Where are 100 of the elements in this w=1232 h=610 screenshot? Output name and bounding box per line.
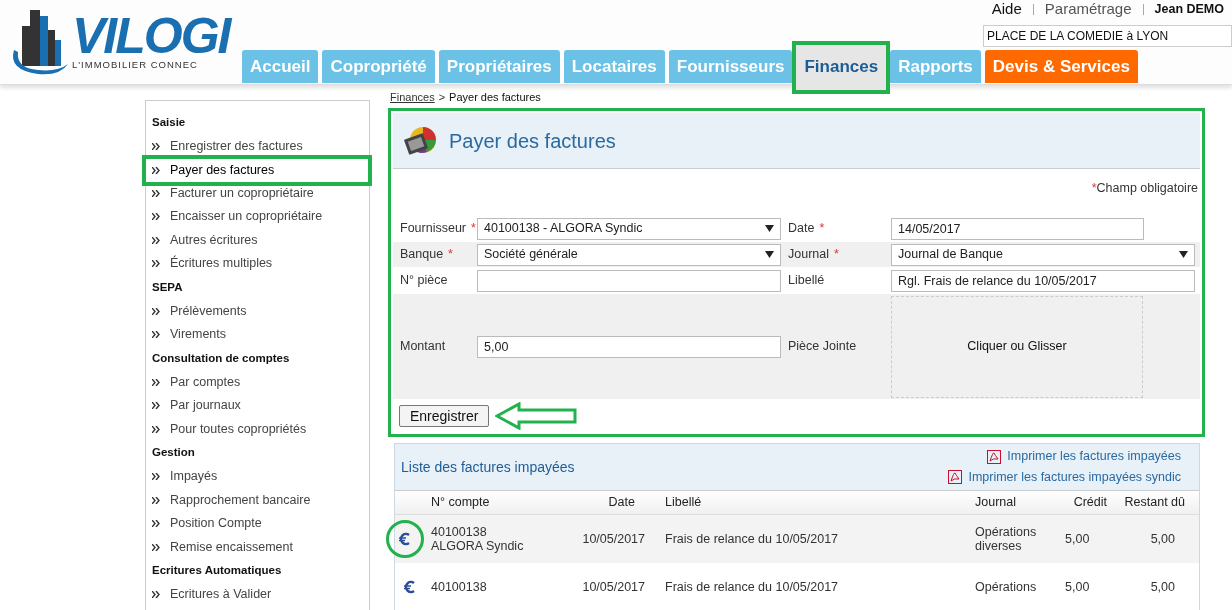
double-chevron-icon [152, 166, 160, 174]
breadcrumb-current: Payer des factures [449, 89, 541, 105]
select-value: 40100138 - ALGORA Syndic [484, 220, 643, 238]
field-label: Date [788, 220, 815, 238]
property-field[interactable]: PLACE DE LA COMEDIE à LYON [983, 25, 1232, 47]
file-dropzone[interactable]: Cliquer ou Glisser [891, 295, 1143, 398]
table-cell-text: 5,00 [1064, 530, 1091, 548]
select-field[interactable]: Journal de Banque [891, 243, 1195, 266]
field-label: Journal [788, 246, 829, 264]
double-chevron-icon [152, 591, 160, 599]
column-header: Libellé [664, 494, 703, 512]
column-header: Crédit [1073, 494, 1108, 512]
caret-icon [765, 225, 774, 232]
double-chevron-icon [152, 260, 160, 268]
top-link[interactable]: Paramétrage [1044, 0, 1132, 21]
save-button[interactable]: Enregistrer [399, 405, 490, 427]
double-chevron-icon [152, 378, 160, 386]
table-cell-text: 5,00 [1064, 578, 1091, 596]
sidebar-section-title: Saisie [152, 115, 187, 131]
field-label: Banque [400, 246, 444, 264]
sidebar-section-title: SEPA [152, 279, 184, 295]
select-value: Journal de Banque [898, 246, 1003, 264]
sidebar-item[interactable]: Position Compte [152, 512, 369, 536]
column-header: Date [608, 494, 636, 512]
double-chevron-icon [152, 543, 160, 551]
required-mark: * [448, 246, 453, 264]
sidebar-section-title: Consultation de comptes [152, 350, 291, 366]
print-link[interactable]: Imprimer les factures impayées syndic [948, 468, 1181, 487]
breadcrumb-link[interactable]: Finances [390, 88, 435, 106]
account-text: 40100138 [431, 580, 488, 594]
logo-tagline: L'IMMOBILIER CONNEC [72, 57, 198, 72]
sidebar-item[interactable]: Impayés [152, 465, 369, 489]
table-cell-text: Frais de relance du 10/05/2017 [664, 530, 840, 548]
euro-icon[interactable] [403, 580, 417, 594]
logo-wordmark: VILOGI [72, 13, 230, 58]
account-text: 40100138 [431, 525, 488, 539]
sidebar-item[interactable]: Écritures multiples [152, 252, 369, 276]
table-cell-text: 5,00 [1150, 578, 1176, 596]
required-note: Champ obligatoire [1096, 179, 1198, 197]
field-label: N° pièce [400, 272, 448, 290]
required-mark: * [819, 220, 825, 238]
caret-icon [1179, 251, 1188, 258]
sidebar-item[interactable]: Virements [152, 323, 369, 347]
column-header: Restant dû [1124, 494, 1186, 512]
select-field[interactable]: Société générale [477, 243, 781, 266]
double-chevron-icon [152, 473, 160, 481]
caret-icon [765, 251, 774, 258]
double-chevron-icon [152, 520, 160, 528]
pdf-icon [948, 470, 963, 485]
field-label: Libellé [788, 272, 825, 290]
top-link[interactable]: Jean DEMO [1154, 0, 1224, 19]
sidebar-item[interactable]: Pour toutes copropriétés [152, 417, 369, 441]
sidebar-item[interactable]: Remise encaissement [152, 535, 369, 559]
euro-icon[interactable] [398, 532, 412, 546]
table-cell-text: 10/05/2017 [582, 530, 645, 548]
sidebar-item[interactable]: Par journaux [152, 394, 369, 418]
required-mark: * [834, 246, 839, 264]
sidebar-item[interactable]: Facturer un copropriétaire [152, 181, 369, 205]
select-value: Société générale [484, 246, 578, 264]
double-chevron-icon [152, 425, 160, 433]
table-cell-text: Frais de relance du 10/05/2017 [664, 578, 840, 596]
sidebar-item[interactable]: Prélèvements [152, 299, 369, 323]
double-chevron-icon [152, 189, 160, 197]
breadcrumb-separator: > [438, 89, 446, 105]
calculator-chart-icon [403, 125, 439, 156]
double-chevron-icon [152, 496, 160, 504]
field-label: Fournisseur [400, 220, 466, 238]
sidebar-item[interactable]: Ecritures à Valider [152, 583, 369, 607]
double-chevron-icon [152, 143, 160, 151]
column-header: N° compte [430, 494, 491, 512]
field-label: Montant [400, 338, 446, 356]
double-chevron-icon [152, 331, 160, 339]
sidebar-item[interactable]: Rapprochement bancaire [152, 488, 369, 512]
sidebar-item[interactable]: Encaisser un copropriétaire [152, 205, 369, 229]
account-text: ALGORA Syndic [431, 539, 525, 553]
required-mark: * [471, 220, 476, 238]
sidebar-section-title: Gestion [152, 445, 196, 461]
sidebar-item[interactable]: Par comptes [152, 370, 369, 394]
select-field[interactable]: 40100138 - ALGORA Syndic [477, 217, 781, 240]
table-cell-text: 5,00 [1150, 530, 1176, 548]
sidebar-item[interactable]: Enregistrer des factures [152, 135, 369, 159]
journal-text: Opérations [975, 580, 1038, 594]
journal-text: Opérations [975, 525, 1038, 539]
double-chevron-icon [152, 213, 160, 221]
date-field[interactable]: 14/05/2017 [891, 217, 1144, 240]
text-field[interactable]: 5,00 [477, 335, 781, 358]
sidebar-section-title: Ecritures Automatiques [152, 563, 283, 579]
journal-text: diverses [975, 539, 1023, 553]
column-header: Journal [974, 494, 1017, 512]
sidebar-item[interactable]: Payer des factures [152, 158, 275, 182]
print-link[interactable]: Imprimer les factures impayées [987, 447, 1181, 466]
text-field[interactable]: Rgl. Frais de relance du 10/05/2017 [891, 269, 1195, 292]
top-link[interactable]: Aide [991, 0, 1022, 21]
double-chevron-icon [152, 236, 160, 244]
text-field[interactable] [477, 269, 781, 292]
sidebar-item[interactable]: Autres écritures [152, 228, 369, 252]
panel-title: Liste des factures impayées [401, 457, 575, 477]
pdf-icon [987, 449, 1002, 464]
required-mark: * [1091, 179, 1097, 197]
double-chevron-icon [152, 402, 160, 410]
